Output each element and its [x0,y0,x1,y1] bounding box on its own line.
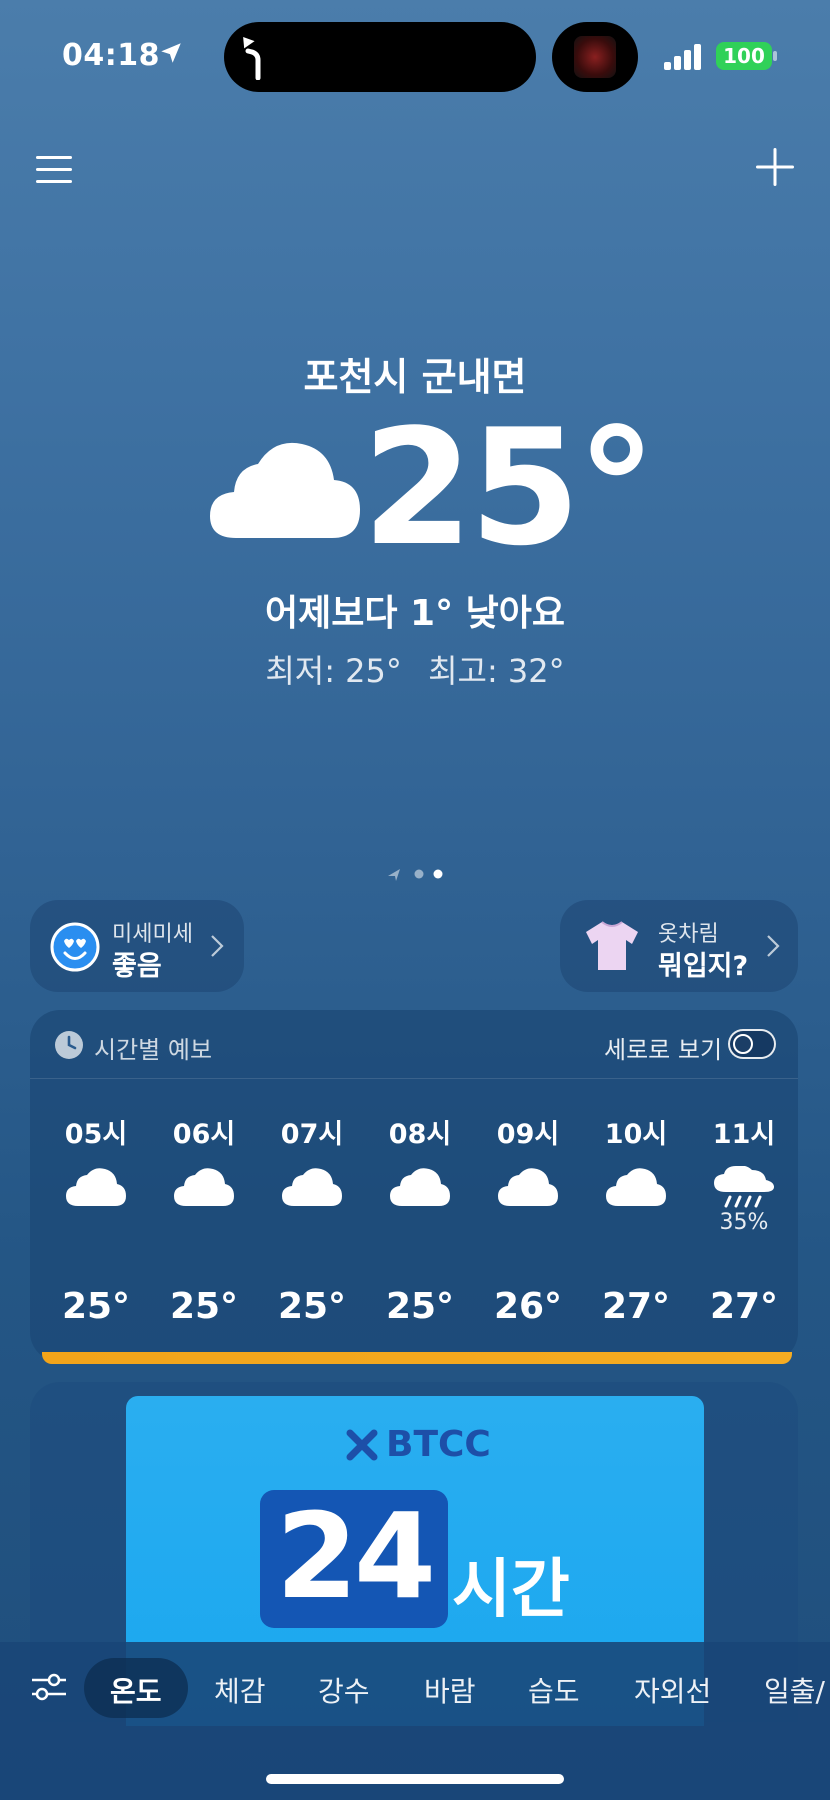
rain-cloud-icon [690,1166,798,1208]
hour-label: 07시 [280,1119,344,1150]
current-temperature: 25° [362,394,657,581]
cloud-icon [42,1166,150,1208]
hourly-item[interactable]: 06시 25° [150,1112,258,1327]
precip-chance [366,1210,474,1238]
ad-number: 24 [275,1487,436,1625]
battery-tip [773,51,777,61]
tab-3[interactable]: 강수 [318,1670,370,1710]
cloud-icon [150,1166,258,1208]
vertical-view-label: 세로로 보기 [604,1036,723,1064]
hourly-forecast-title: 시간별 예보 [94,1036,213,1064]
temperature-bar [42,1352,792,1364]
hourly-item[interactable]: 08시 25° [366,1112,474,1327]
max-temperature: 최고: 32° [428,652,565,690]
tab-6[interactable]: 자외선 [634,1670,711,1710]
hour-temperature: 27° [709,1286,779,1327]
hour-label: 09시 [496,1119,560,1150]
precip-chance [150,1210,258,1238]
precip-chance [258,1210,366,1238]
location-title[interactable]: 포천시 군내면 [0,346,830,401]
location-arrow-icon [161,43,181,63]
hour-temperature: 25° [169,1286,239,1327]
hour-temperature: 25° [277,1286,347,1327]
chevron-right-icon [767,935,780,957]
sliders-icon[interactable] [30,1670,68,1704]
smiley-heart-eyes-icon [50,922,100,972]
tab-5[interactable]: 습도 [528,1670,580,1710]
precip-chance [582,1210,690,1238]
precip-chance [474,1210,582,1238]
battery-level: 100 [716,42,772,70]
hour-temperature: 25° [61,1286,131,1327]
hourly-item[interactable]: 07시 25° [258,1112,366,1327]
chevron-right-icon [211,935,224,957]
page-indicator[interactable] [386,864,446,884]
hourly-item[interactable]: 05시 25° [42,1112,150,1327]
hour-label: 05시 [64,1119,128,1150]
fine-dust-value: 좋음 [112,951,162,982]
plus-icon[interactable] [754,146,796,188]
hour-label: 06시 [172,1119,236,1150]
cloud-icon [366,1166,474,1208]
ad-suffix: 시간 [452,1553,570,1627]
hour-temperature: 27° [601,1286,671,1327]
tab-7[interactable]: 일출/ [764,1670,825,1710]
tab-1[interactable]: 온도 [110,1670,162,1710]
cloud-icon [582,1166,690,1208]
home-indicator[interactable] [266,1774,564,1784]
yesterday-comparison: 어제보다 1° 낮아요 [265,593,565,634]
hour-label: 11시 [712,1119,776,1150]
cloud-icon [474,1166,582,1208]
vertical-view-toggle[interactable] [728,1029,776,1059]
hour-label: 10시 [604,1119,668,1150]
hour-temperature: 25° [385,1286,455,1327]
cellular-signal-icon [664,44,701,70]
status-time: 04:18 [62,38,160,73]
tab-4[interactable]: 바람 [424,1670,476,1710]
min-temperature: 최저: 25° [265,652,402,690]
clock-icon [55,1031,83,1059]
hour-temperature: 26° [493,1286,563,1327]
tab-2[interactable]: 체감 [214,1670,266,1710]
outfit-value: 뭐입지? [658,951,749,982]
hour-label: 08시 [388,1119,452,1150]
album-art-icon [574,36,616,78]
hourly-item[interactable]: 10시 27° [582,1112,690,1327]
ad-brand: BTCC [386,1424,491,1465]
turn-left-arrow-icon [243,37,261,80]
precip-chance: 35% [719,1210,769,1235]
cloud-icon [258,1166,366,1208]
min-max-temperature: 최저: 25° 최고: 32° [0,646,830,692]
hourly-item[interactable]: 09시 26° [474,1112,582,1327]
hourly-item[interactable]: 11시 35% 27° [690,1112,798,1327]
cloud-icon [210,442,360,538]
precip-chance [42,1210,150,1238]
divider [30,1078,798,1079]
menu-icon[interactable] [34,150,74,190]
shirt-icon [586,921,638,970]
